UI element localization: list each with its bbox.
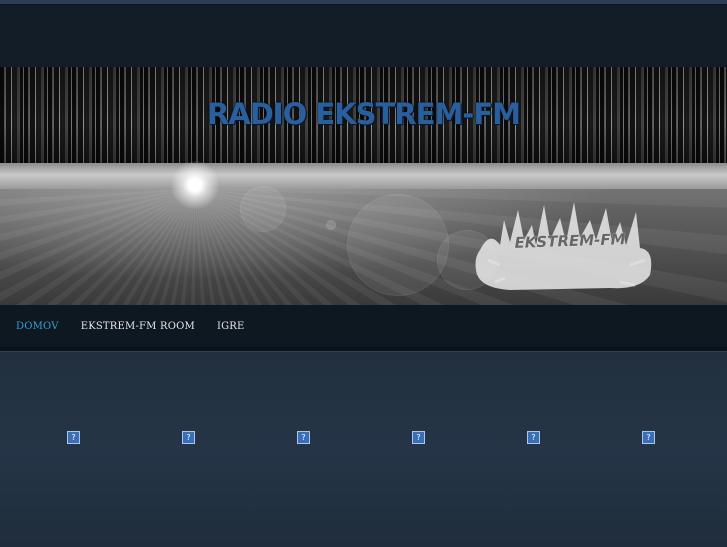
site-title[interactable]: RADIO EKSTREM-FM [0, 97, 727, 131]
broken-image-icon[interactable]: ? [412, 431, 425, 444]
bubble [326, 220, 336, 230]
nav-item-domov[interactable]: DOMOV [16, 321, 59, 332]
light-flare [170, 160, 220, 210]
bubble [240, 186, 286, 232]
main-nav: DOMOV EKSTREM-FM ROOM IGRE [0, 305, 727, 351]
nav-item-igre[interactable]: IGRE [217, 321, 245, 332]
main-content: ? ? ? ? ? ? [0, 351, 727, 547]
thumbnail-row: ? ? ? ? ? ? [0, 431, 727, 445]
broken-image-icon[interactable]: ? [297, 431, 310, 444]
broken-image-icon[interactable]: ? [527, 431, 540, 444]
top-bar [0, 5, 727, 67]
bubble [347, 194, 449, 296]
nav-item-ekstrem-fm-room[interactable]: EKSTREM-FM ROOM [81, 321, 195, 332]
broken-image-icon[interactable]: ? [182, 431, 195, 444]
banner-band [0, 163, 727, 189]
broken-image-icon[interactable]: ? [67, 431, 80, 444]
broken-image-icon[interactable]: ? [642, 431, 655, 444]
